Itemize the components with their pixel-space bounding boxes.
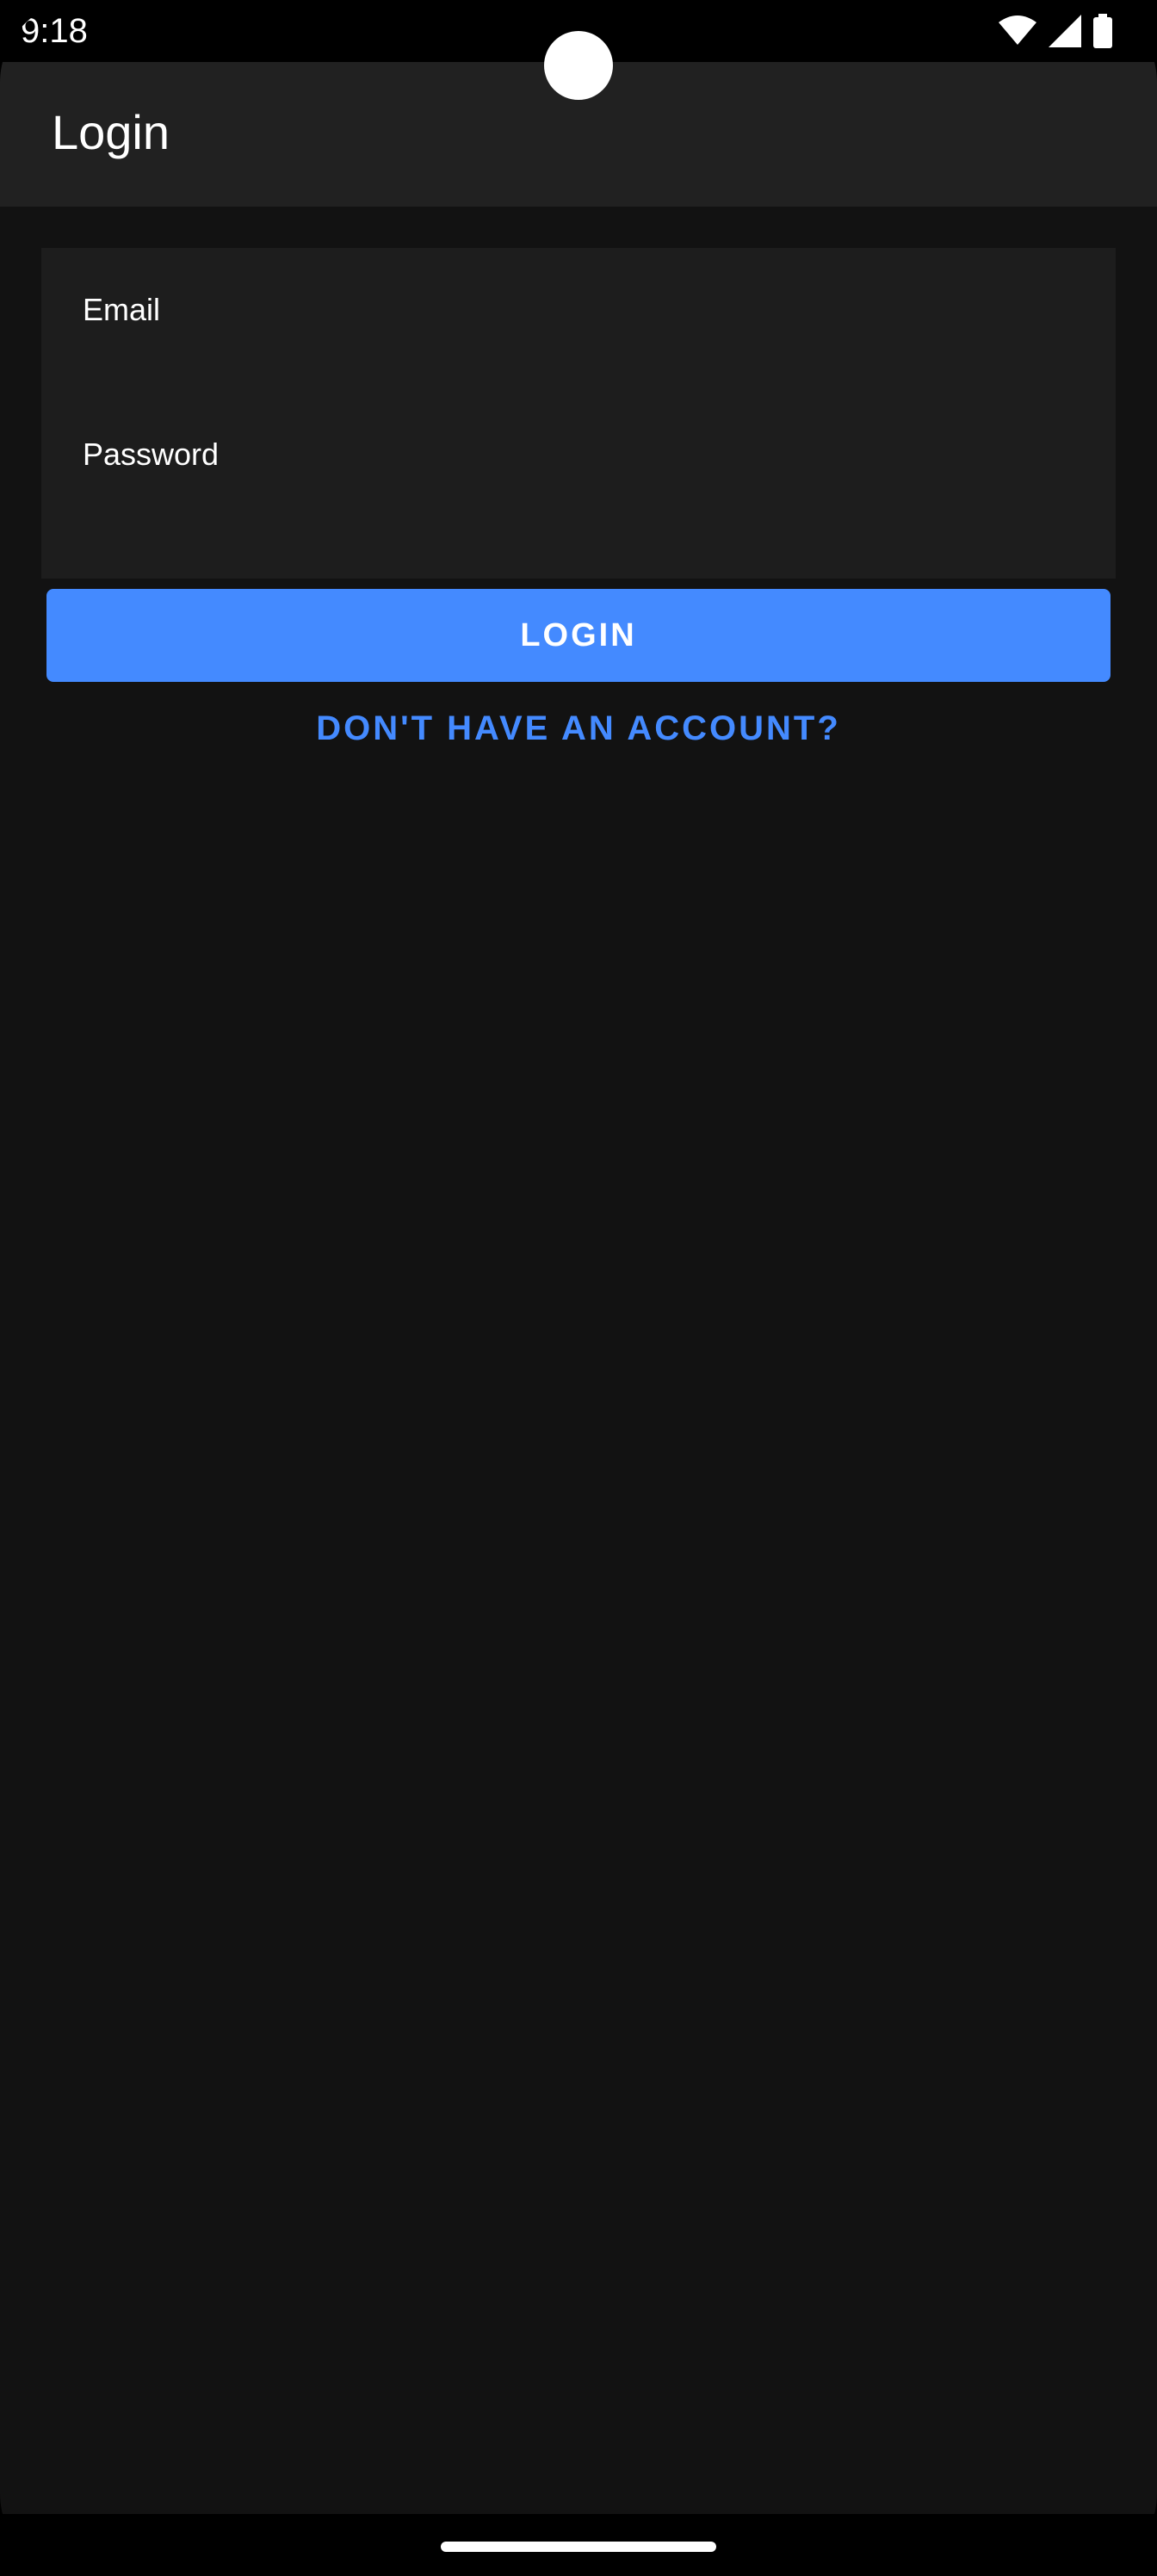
- email-label: Email: [83, 292, 161, 327]
- password-field[interactable]: Password: [41, 393, 1116, 537]
- email-field[interactable]: Email: [41, 248, 1116, 393]
- camera-cutout: [544, 31, 613, 100]
- login-content: Email Password LOGIN DON'T HAVE AN ACCOU…: [0, 207, 1157, 2514]
- signup-link[interactable]: DON'T HAVE AN ACCOUNT?: [0, 703, 1157, 754]
- password-input[interactable]: [83, 475, 1074, 523]
- status-time: 9:18: [21, 12, 88, 50]
- status-icons: [999, 12, 1112, 50]
- home-indicator[interactable]: [441, 2542, 716, 2552]
- login-button[interactable]: LOGIN: [46, 589, 1111, 682]
- page-title: Login: [52, 105, 170, 159]
- email-input[interactable]: [83, 331, 1074, 379]
- battery-icon: [1093, 14, 1112, 48]
- navigation-bar: [0, 2514, 1157, 2576]
- login-form: Email Password: [41, 248, 1116, 579]
- device-screen: 9:18 Login Email Password LOGIN DON'T HA…: [0, 0, 1157, 2576]
- password-label: Password: [83, 437, 220, 472]
- signal-icon: [1049, 15, 1081, 47]
- wifi-icon: [999, 15, 1036, 46]
